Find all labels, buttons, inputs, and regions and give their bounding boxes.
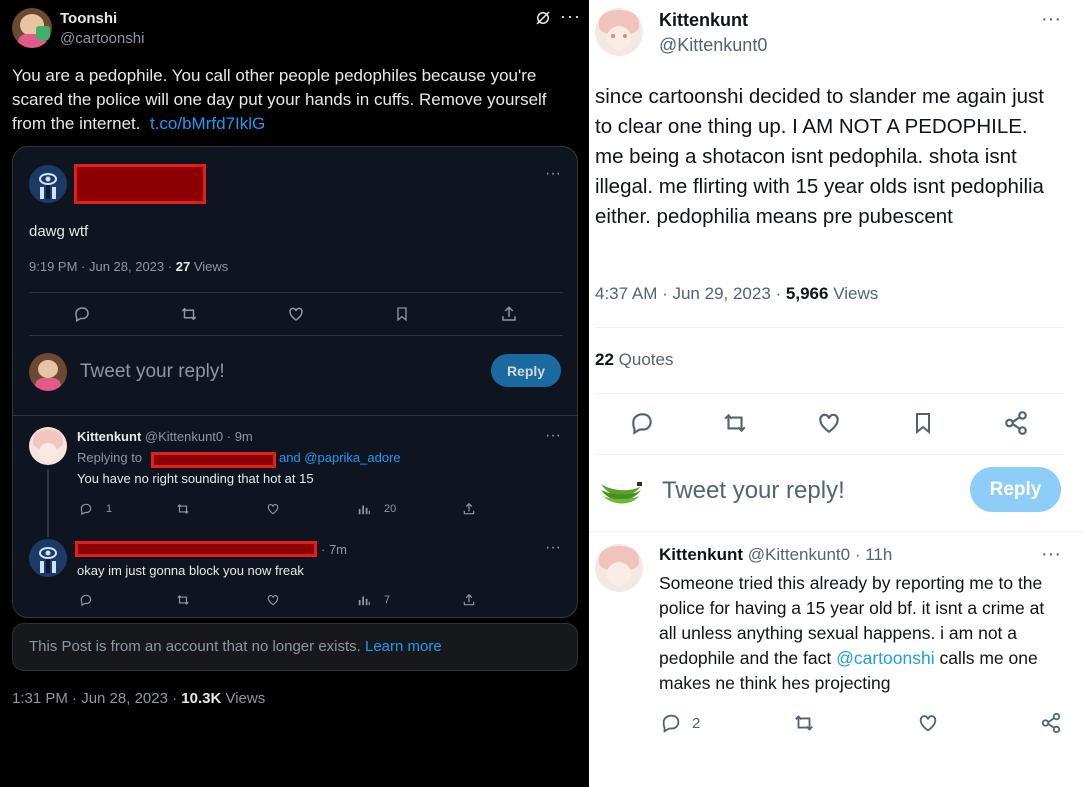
author-name[interactable]: Toonshi bbox=[60, 10, 117, 27]
right-tweet-panel: Kittenkunt @Kittenkunt0 ··· since cartoo… bbox=[589, 0, 1084, 787]
reply-name[interactable]: Kittenkunt bbox=[659, 545, 743, 564]
quoted-tweet-card[interactable]: ··· dawg wtf 9:19 PM · Jun 28, 2023 · 27… bbox=[12, 146, 578, 618]
thread-line bbox=[47, 469, 49, 537]
reply2-avatar[interactable] bbox=[29, 539, 67, 577]
divider bbox=[29, 292, 563, 293]
reply2-reply-icon[interactable] bbox=[79, 593, 93, 607]
tweet-text: You are a pedophile. You call other peop… bbox=[12, 66, 547, 133]
reply-mention[interactable]: @cartoonshi bbox=[836, 648, 935, 668]
more-options-icon[interactable]: ··· bbox=[560, 6, 581, 27]
like-icon[interactable] bbox=[287, 305, 305, 323]
grok-icon[interactable] bbox=[534, 9, 552, 27]
reply1-like-icon[interactable] bbox=[266, 502, 280, 516]
notice-text: This Post is from an account that no lon… bbox=[29, 638, 442, 655]
reply1-more-icon[interactable]: ··· bbox=[545, 427, 561, 445]
reply1-avatar[interactable] bbox=[29, 427, 67, 465]
retweet-icon[interactable] bbox=[721, 410, 749, 436]
divider bbox=[29, 335, 563, 336]
tweet-meta: 4:37 AM · Jun 29, 2023 · 5,966 Views bbox=[595, 284, 879, 303]
reply-icon[interactable] bbox=[629, 410, 655, 436]
reply-more-icon[interactable]: ··· bbox=[1041, 543, 1061, 566]
author-avatar[interactable] bbox=[595, 8, 643, 56]
author-handle[interactable]: @cartoonshi bbox=[60, 30, 144, 47]
reply1-view-count: 20 bbox=[384, 503, 397, 515]
quoted-text: dawg wtf bbox=[29, 223, 89, 240]
composer-avatar[interactable] bbox=[29, 353, 67, 391]
author-name[interactable]: Kittenkunt bbox=[659, 10, 748, 31]
redacted-mention bbox=[151, 452, 276, 468]
reply2-retweet-icon[interactable] bbox=[175, 593, 191, 607]
reply1-name[interactable]: Kittenkunt bbox=[77, 429, 141, 444]
reply1-reply-icon[interactable] bbox=[79, 502, 93, 516]
reply-like-icon[interactable] bbox=[917, 712, 939, 734]
divider bbox=[595, 393, 1065, 394]
reply1-views-icon[interactable] bbox=[357, 502, 371, 516]
reply-retweet-icon[interactable] bbox=[792, 712, 816, 734]
reply1-text: You have no right sounding that hot at 1… bbox=[77, 471, 314, 486]
divider bbox=[595, 327, 1065, 328]
reply2-more-icon[interactable]: ··· bbox=[545, 539, 561, 557]
views-count: 5,966 bbox=[785, 284, 829, 303]
reply1-share-icon[interactable] bbox=[462, 502, 476, 516]
reply2-text: okay im just gonna block you now freak bbox=[77, 563, 304, 578]
reply1-mentions[interactable]: and @paprika_adore bbox=[279, 450, 401, 465]
reply-share-icon[interactable] bbox=[1040, 712, 1062, 734]
reply-avatar[interactable] bbox=[595, 544, 643, 592]
learn-more-link[interactable]: Learn more bbox=[365, 638, 442, 655]
reply-input[interactable]: Tweet your reply! bbox=[80, 361, 225, 383]
reply2-time: · 7m bbox=[321, 542, 347, 557]
left-tweet-panel: Toonshi @cartoonshi ··· You are a pedoph… bbox=[0, 0, 589, 787]
views-count: 10.3K bbox=[181, 690, 222, 707]
more-options-icon[interactable]: ··· bbox=[1041, 8, 1061, 31]
author-handle[interactable]: @Kittenkunt0 bbox=[659, 35, 767, 56]
reply-reply-count: 2 bbox=[692, 715, 701, 732]
tweet-meta: 1:31 PM · Jun 28, 2023 · 10.3K Views bbox=[12, 690, 266, 707]
divider bbox=[13, 415, 577, 416]
quotes-stat[interactable]: 22 Quotes bbox=[595, 350, 673, 370]
reply-button[interactable]: Reply bbox=[491, 354, 561, 387]
reply1-handle[interactable]: @Kittenkunt0 · 9m bbox=[145, 429, 253, 444]
reply1-retweet-icon[interactable] bbox=[175, 502, 191, 516]
quoted-views-count: 27 bbox=[175, 259, 191, 274]
share-icon[interactable] bbox=[500, 305, 518, 323]
banana-avatar[interactable] bbox=[597, 470, 643, 510]
quotes-count: 22 bbox=[595, 350, 614, 369]
reply-button[interactable]: Reply bbox=[970, 467, 1061, 512]
reply1-reply-count: 1 bbox=[106, 503, 113, 515]
redacted-name bbox=[74, 164, 206, 204]
reply2-view-count: 7 bbox=[384, 594, 391, 606]
quoted-avatar[interactable] bbox=[29, 165, 67, 203]
reply-handle[interactable]: @Kittenkunt0 · 11h bbox=[748, 545, 893, 564]
reply1-header: Kittenkunt @Kittenkunt0 · 9m bbox=[77, 429, 253, 444]
bookmark-icon[interactable] bbox=[911, 410, 935, 436]
quoted-more-icon[interactable]: ··· bbox=[545, 165, 561, 183]
replying-to-label: Replying to bbox=[77, 450, 143, 465]
tweet-text: since cartoonshi decided to slander me a… bbox=[595, 85, 1044, 228]
share-icon[interactable] bbox=[1003, 410, 1029, 436]
divider bbox=[595, 454, 1065, 455]
reply-input[interactable]: Tweet your reply! bbox=[662, 477, 845, 505]
quoted-meta: 9:19 PM · Jun 28, 2023 · 27 Views bbox=[29, 259, 229, 274]
reply2-views-icon[interactable] bbox=[357, 593, 371, 607]
tweet-link[interactable]: t.co/bMrfd7IklG bbox=[150, 114, 265, 133]
reply-text: Someone tried this already by reporting … bbox=[659, 573, 1045, 693]
like-icon[interactable] bbox=[816, 410, 842, 436]
reply2-share-icon[interactable] bbox=[462, 593, 476, 607]
bookmark-icon[interactable] bbox=[394, 305, 410, 323]
redacted-reply2-name bbox=[75, 541, 317, 557]
retweet-icon[interactable] bbox=[179, 305, 199, 323]
reply-header: Kittenkunt @Kittenkunt0 · 11h bbox=[659, 545, 892, 565]
reply-icon[interactable] bbox=[73, 305, 91, 323]
reply-reply-icon[interactable] bbox=[660, 712, 682, 734]
reply2-like-icon[interactable] bbox=[266, 593, 280, 607]
author-avatar[interactable] bbox=[12, 8, 52, 48]
divider bbox=[589, 531, 1084, 532]
